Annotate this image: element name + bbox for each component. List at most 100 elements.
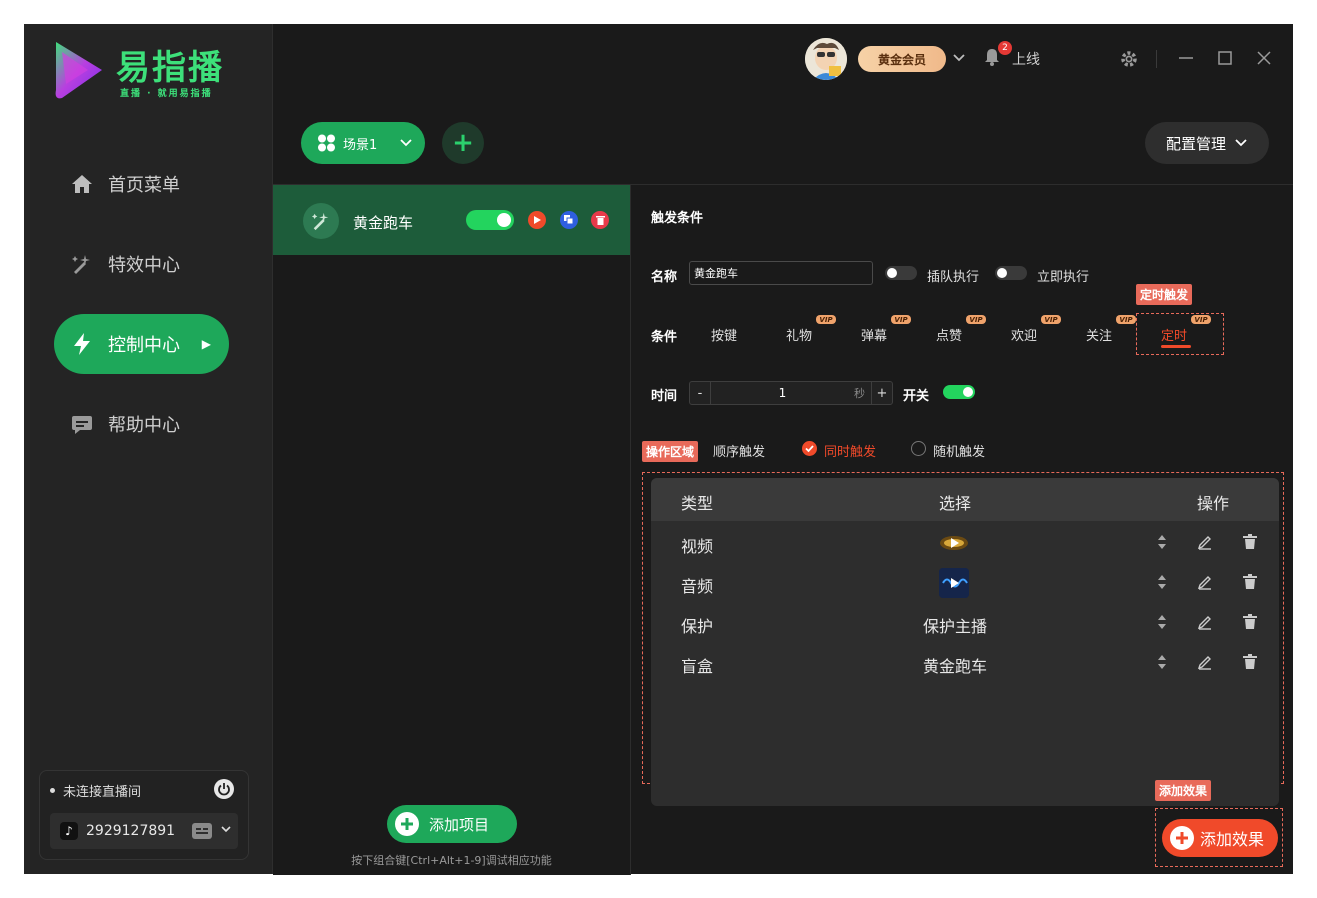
queue-toggle[interactable] bbox=[885, 266, 917, 280]
sidebar-item-home[interactable]: 首页菜单 bbox=[54, 154, 229, 214]
name-field[interactable]: 黄金跑车 bbox=[689, 261, 873, 285]
add-project-button[interactable]: 添加项目 bbox=[387, 805, 517, 843]
timer-switch[interactable] bbox=[943, 385, 975, 399]
sidebar: 易指播 直播 · 就用易指播 首页菜单 特效中心 控制中心 ▶ 帮助中心 未连接… bbox=[24, 24, 273, 874]
time-value[interactable]: 1 bbox=[711, 386, 854, 400]
video-thumbnail[interactable] bbox=[939, 528, 969, 558]
plus-circle-icon bbox=[395, 812, 419, 836]
row-choice[interactable]: 保护主播 bbox=[923, 613, 987, 637]
column-header: 选择 bbox=[939, 494, 972, 513]
close-icon[interactable] bbox=[1256, 50, 1272, 70]
trash-icon[interactable] bbox=[1243, 614, 1257, 634]
column-header: 类型 bbox=[681, 494, 714, 513]
table-row[interactable]: 音频 bbox=[651, 563, 1279, 603]
notification-badge: 2 bbox=[998, 41, 1012, 55]
sort-icon[interactable] bbox=[1157, 654, 1167, 674]
chat-icon bbox=[70, 412, 94, 436]
edit-icon[interactable] bbox=[1197, 574, 1213, 594]
operation-annotation: 操作区域 bbox=[642, 441, 699, 462]
live-connection-panel: 未连接直播间 ♪ 2929127891 bbox=[39, 770, 249, 860]
edit-icon[interactable] bbox=[1197, 654, 1213, 674]
condition-follow[interactable]: 关注 bbox=[1086, 325, 1112, 344]
account-number: 2929127891 bbox=[86, 823, 176, 839]
edit-icon[interactable] bbox=[1197, 614, 1213, 634]
trigger-settings-panel: 触发条件 名称 黄金跑车 插队执行 立即执行 条件 按键 礼物 VIP 弹幕 V… bbox=[631, 184, 1293, 875]
condition-welcome[interactable]: 欢迎 bbox=[1011, 325, 1037, 344]
sidebar-item-effects[interactable]: 特效中心 bbox=[54, 234, 229, 294]
time-stepper[interactable]: - 1 秒 + bbox=[689, 381, 893, 405]
gear-icon[interactable] bbox=[1120, 50, 1138, 72]
table-row[interactable]: 盲盒 黄金跑车 bbox=[651, 643, 1279, 683]
mode-sequential[interactable]: 顺序触发 bbox=[713, 441, 765, 460]
chevron-down-icon[interactable] bbox=[952, 50, 966, 68]
row-type: 视频 bbox=[681, 537, 714, 556]
sidebar-item-help[interactable]: 帮助中心 bbox=[54, 394, 229, 454]
scene-name: 场景1 bbox=[343, 137, 378, 153]
row-type: 音频 bbox=[681, 577, 714, 596]
decrement-button[interactable]: - bbox=[690, 382, 711, 404]
logo-title: 易指播 bbox=[116, 48, 224, 88]
mode-simultaneous[interactable]: 同时触发 bbox=[824, 441, 876, 460]
sidebar-item-control[interactable]: 控制中心 ▶ bbox=[54, 314, 229, 374]
condition-key[interactable]: 按键 bbox=[711, 325, 737, 344]
sort-icon[interactable] bbox=[1157, 574, 1167, 594]
project-item[interactable]: 黄金跑车 bbox=[273, 185, 630, 255]
magic-icon bbox=[303, 203, 339, 239]
name-label: 名称 bbox=[651, 270, 678, 285]
immediate-label: 立即执行 bbox=[1037, 270, 1090, 285]
chevron-right-icon: ▶ bbox=[201, 337, 211, 351]
radio-checked-icon[interactable] bbox=[802, 441, 817, 456]
online-label[interactable]: 上线 bbox=[1012, 49, 1040, 69]
sort-icon[interactable] bbox=[1157, 614, 1167, 634]
switch-label: 开关 bbox=[903, 389, 930, 404]
time-unit: 秒 bbox=[854, 387, 865, 400]
vip-tag: VIP bbox=[891, 315, 911, 324]
status-dot bbox=[50, 788, 55, 793]
selected-underline bbox=[1161, 345, 1191, 348]
table-row[interactable]: 视频 bbox=[651, 523, 1279, 563]
power-icon[interactable] bbox=[214, 779, 234, 799]
grid-icon bbox=[317, 134, 337, 152]
condition-label: 条件 bbox=[651, 330, 678, 345]
timer-annotation: 定时触发 bbox=[1136, 284, 1193, 305]
trash-icon[interactable] bbox=[1243, 534, 1257, 554]
audio-thumbnail[interactable] bbox=[939, 568, 969, 598]
add-effect-label: 添加效果 bbox=[1200, 830, 1265, 849]
play-icon[interactable] bbox=[528, 211, 546, 229]
avatar[interactable] bbox=[805, 38, 847, 80]
id-card-icon bbox=[192, 823, 212, 843]
vip-badge[interactable]: 黄金会员 bbox=[858, 46, 946, 72]
account-selector[interactable]: ♪ 2929127891 bbox=[50, 813, 238, 849]
project-enable-toggle[interactable] bbox=[466, 210, 514, 230]
radio-unchecked-icon[interactable] bbox=[911, 441, 926, 456]
add-scene-button[interactable]: + bbox=[442, 122, 484, 164]
maximize-icon[interactable] bbox=[1217, 50, 1233, 70]
condition-gift[interactable]: 礼物 bbox=[786, 325, 812, 344]
section-title: 触发条件 bbox=[651, 211, 704, 226]
immediate-toggle[interactable] bbox=[995, 266, 1027, 280]
mode-random[interactable]: 随机触发 bbox=[933, 441, 985, 460]
sort-icon[interactable] bbox=[1157, 534, 1167, 554]
add-effect-button[interactable]: 添加效果 bbox=[1162, 819, 1278, 857]
condition-timer[interactable]: 定时 bbox=[1161, 325, 1187, 344]
vip-tag: VIP bbox=[1041, 315, 1061, 324]
minimize-icon[interactable] bbox=[1178, 50, 1194, 70]
bell-icon[interactable] bbox=[984, 48, 1000, 70]
project-list-panel: 黄金跑车 添加项目 按下组合键[Ctrl+Alt+1-9]调试相应功能 bbox=[273, 184, 631, 875]
scene-selector[interactable]: 场景1 bbox=[301, 122, 425, 164]
add-project-label: 添加项目 bbox=[429, 815, 490, 834]
sidebar-item-label: 特效中心 bbox=[108, 255, 180, 276]
trash-icon[interactable] bbox=[1243, 574, 1257, 594]
table-row[interactable]: 保护 保护主播 bbox=[651, 603, 1279, 643]
condition-like[interactable]: 点赞 bbox=[936, 325, 962, 344]
increment-button[interactable]: + bbox=[871, 382, 892, 404]
condition-danmaku[interactable]: 弹幕 bbox=[861, 325, 887, 344]
effects-table: 类型 选择 操作 视频 音频 保护 保护主播 盲盒 黄金跑车 bbox=[651, 478, 1279, 806]
edit-icon[interactable] bbox=[1197, 534, 1213, 554]
copy-icon[interactable] bbox=[560, 211, 578, 229]
column-header: 操作 bbox=[1197, 494, 1230, 513]
row-choice[interactable]: 黄金跑车 bbox=[923, 653, 987, 677]
trash-icon[interactable] bbox=[1243, 654, 1257, 674]
config-management-button[interactable]: 配置管理 bbox=[1145, 122, 1269, 164]
trash-icon[interactable] bbox=[591, 211, 609, 229]
